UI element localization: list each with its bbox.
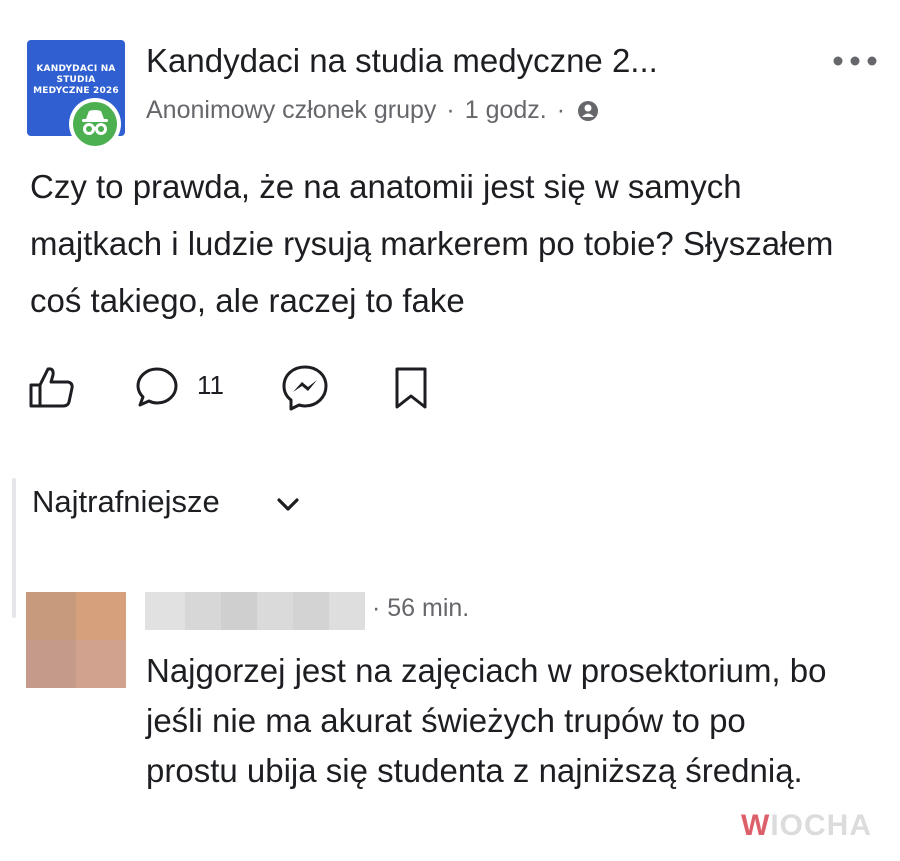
- post-text: Czy to prawda, że na anatomii jest się w…: [30, 168, 834, 319]
- chevron-down-icon[interactable]: [276, 497, 300, 513]
- meta-separator: ·: [446, 96, 455, 124]
- group-logo-text: KANDYDACI NA STUDIA MEDYCZNE 2026: [33, 64, 119, 96]
- comment-time[interactable]: · 56 min.: [372, 594, 469, 623]
- anonymous-badge: [69, 98, 121, 150]
- comment-count[interactable]: 11: [197, 370, 224, 401]
- incognito-icon: [82, 110, 108, 135]
- group-avatar[interactable]: KANDYDACI NA STUDIA MEDYCZNE 2026: [27, 40, 125, 150]
- post-meta: Anonimowy członek grupy · 1 godz. ·: [146, 96, 599, 125]
- like-icon[interactable]: [28, 365, 76, 409]
- commenter-avatar[interactable]: [26, 592, 126, 688]
- comment-sort-label[interactable]: Najtrafniejsze: [32, 484, 220, 520]
- messenger-icon[interactable]: [281, 364, 329, 412]
- scroll-indicator: [12, 478, 16, 618]
- save-icon[interactable]: [393, 366, 429, 410]
- commenter-name-redacted[interactable]: [145, 592, 365, 630]
- meta-separator: ·: [556, 96, 566, 124]
- more-options-icon[interactable]: [832, 55, 878, 67]
- group-privacy-icon: [578, 100, 599, 121]
- comment-icon[interactable]: [135, 366, 179, 408]
- watermark-logo: WIOCHA: [741, 809, 872, 842]
- post-time[interactable]: 1 godz.: [465, 96, 547, 125]
- post-author: Anonimowy członek grupy: [146, 96, 437, 124]
- comment-text: Najgorzej jest na zajęciach w prosektori…: [146, 652, 827, 789]
- group-name[interactable]: Kandydaci na studia medyczne 2...: [146, 42, 658, 80]
